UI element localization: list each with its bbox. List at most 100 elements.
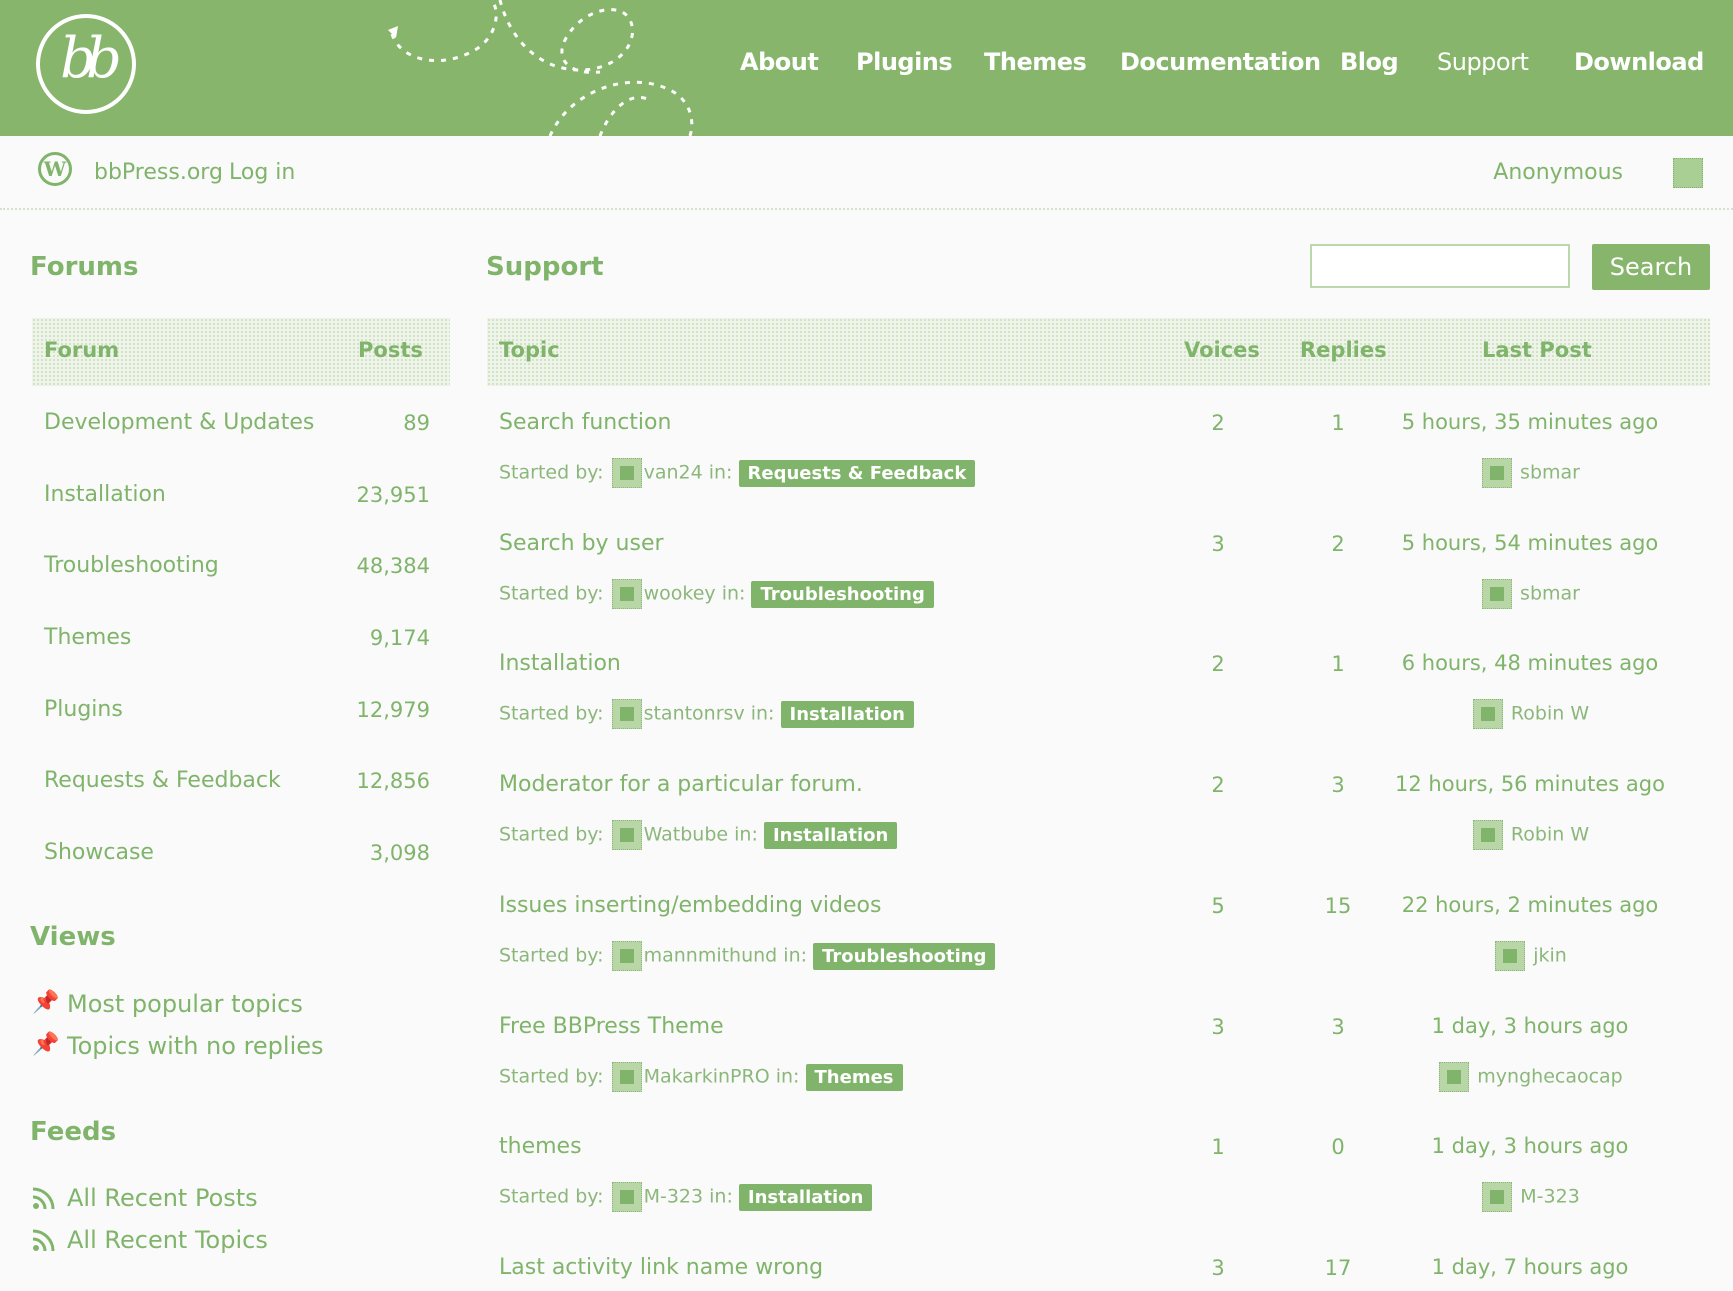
last-poster: sbmar bbox=[1380, 579, 1680, 609]
site-header: bb About Plugins Themes Documentation Bl… bbox=[0, 0, 1733, 136]
topic-title-link[interactable]: Moderator for a particular forum. bbox=[499, 772, 863, 797]
forum-link[interactable]: Development & Updates bbox=[44, 410, 314, 435]
author-avatar[interactable] bbox=[611, 458, 642, 488]
nav-support[interactable]: Support bbox=[1437, 48, 1529, 88]
author-link[interactable]: MakarkinPRO bbox=[644, 1066, 770, 1088]
decorative-swirl-icon bbox=[388, 0, 694, 136]
last-poster-link[interactable]: sbmar bbox=[1520, 462, 1580, 484]
bbpress-org-link[interactable]: bbPress.org bbox=[94, 160, 223, 185]
in-label: in: bbox=[709, 1185, 733, 1208]
view-link-no-replies[interactable]: Topics with no replies bbox=[67, 1032, 324, 1060]
logo-text: bb bbox=[60, 26, 122, 91]
topic-meta: Started by: MakarkinPRO in: Themes bbox=[499, 1062, 903, 1092]
replies-count: 1 bbox=[1331, 652, 1345, 676]
started-by-label: Started by: bbox=[499, 944, 604, 967]
last-poster-link[interactable]: jkin bbox=[1533, 945, 1567, 967]
topic-title-link[interactable]: Search function bbox=[499, 410, 671, 435]
forum-link[interactable]: Showcase bbox=[44, 840, 154, 865]
forum-link[interactable]: Themes bbox=[44, 625, 131, 650]
last-poster-avatar[interactable] bbox=[1482, 1182, 1513, 1212]
forum-tag[interactable]: Troubleshooting bbox=[751, 580, 934, 608]
search-input[interactable] bbox=[1310, 244, 1570, 288]
author-avatar[interactable] bbox=[611, 699, 642, 729]
last-post-link[interactable]: 1 day, 3 hours ago bbox=[1380, 1134, 1680, 1158]
nav-blog[interactable]: Blog bbox=[1340, 48, 1399, 88]
last-poster-avatar[interactable] bbox=[1472, 699, 1503, 729]
bbpress-logo[interactable]: bb bbox=[36, 14, 136, 114]
forum-tag[interactable]: Installation bbox=[738, 1183, 873, 1211]
last-poster-link[interactable]: M-323 bbox=[1520, 1186, 1580, 1208]
author-avatar[interactable] bbox=[611, 820, 642, 850]
search-button[interactable]: Search bbox=[1592, 244, 1710, 290]
last-poster-link[interactable]: sbmar bbox=[1520, 583, 1580, 605]
in-label: in: bbox=[721, 582, 746, 605]
feed-link-recent-posts[interactable]: All Recent Posts bbox=[67, 1184, 258, 1212]
nav-documentation[interactable]: Documentation bbox=[1120, 48, 1321, 88]
last-poster-avatar[interactable] bbox=[1482, 458, 1512, 488]
last-poster-avatar[interactable] bbox=[1482, 579, 1512, 609]
in-label: in: bbox=[708, 461, 733, 484]
voices-count: 3 bbox=[1211, 1015, 1225, 1039]
author-avatar[interactable] bbox=[611, 1062, 642, 1092]
started-by-label: Started by: bbox=[499, 1185, 604, 1208]
last-post-link[interactable]: 6 hours, 48 minutes ago bbox=[1380, 651, 1680, 675]
forum-tag[interactable]: Themes bbox=[805, 1063, 903, 1091]
author-link[interactable]: stantonrsv bbox=[644, 703, 745, 725]
last-poster-avatar[interactable] bbox=[1439, 1062, 1470, 1092]
topic-title-link[interactable]: Free BBPress Theme bbox=[499, 1014, 724, 1039]
last-post-link[interactable]: 22 hours, 2 minutes ago bbox=[1380, 893, 1680, 917]
last-post-link[interactable]: 1 day, 3 hours ago bbox=[1380, 1014, 1680, 1038]
author-avatar[interactable] bbox=[611, 941, 642, 971]
last-poster-link[interactable]: Robin W bbox=[1511, 703, 1589, 725]
author-link[interactable]: wookey bbox=[644, 583, 716, 605]
login-link[interactable]: Log in bbox=[229, 160, 295, 185]
forum-link[interactable]: Troubleshooting bbox=[44, 553, 219, 578]
last-poster-avatar[interactable] bbox=[1495, 941, 1526, 971]
feed-link-recent-topics[interactable]: All Recent Topics bbox=[67, 1226, 268, 1254]
forum-tag[interactable]: Requests & Feedback bbox=[738, 459, 976, 487]
author-link[interactable]: M-323 bbox=[644, 1186, 704, 1208]
forum-tag[interactable]: Troubleshooting bbox=[813, 942, 996, 970]
topic-title-link[interactable]: Search by user bbox=[499, 531, 664, 556]
last-post-link[interactable]: 1 day, 7 hours ago bbox=[1380, 1255, 1680, 1279]
last-poster-link[interactable]: mynghecaocap bbox=[1477, 1066, 1622, 1088]
forum-column-header: Forum bbox=[44, 338, 120, 362]
topic-title-link[interactable]: Last activity link name wrong bbox=[499, 1255, 823, 1280]
last-poster-link[interactable]: Robin W bbox=[1511, 824, 1589, 846]
replies-count: 17 bbox=[1324, 1256, 1352, 1280]
view-link-popular[interactable]: Most popular topics bbox=[67, 990, 303, 1018]
forum-link[interactable]: Plugins bbox=[44, 697, 123, 722]
nav-about[interactable]: About bbox=[740, 48, 819, 88]
feeds-heading: Feeds bbox=[30, 1117, 117, 1147]
author-avatar[interactable] bbox=[611, 579, 642, 609]
nav-download[interactable]: Download bbox=[1574, 48, 1704, 88]
last-post-link[interactable]: 5 hours, 54 minutes ago bbox=[1380, 531, 1680, 555]
forum-post-count: 12,856 bbox=[356, 769, 430, 793]
last-post-link[interactable]: 5 hours, 35 minutes ago bbox=[1380, 410, 1680, 434]
current-user-name[interactable]: Anonymous bbox=[1493, 160, 1623, 185]
topic-title-link[interactable]: Installation bbox=[499, 651, 621, 676]
replies-column-header: Replies bbox=[1300, 338, 1387, 362]
started-by-label: Started by: bbox=[499, 1065, 604, 1088]
forum-tag[interactable]: Installation bbox=[780, 700, 914, 728]
author-link[interactable]: van24 bbox=[644, 462, 703, 484]
user-avatar[interactable] bbox=[1673, 158, 1703, 188]
forum-post-count: 48,384 bbox=[356, 554, 430, 578]
author-link[interactable]: mannmithund bbox=[644, 945, 778, 967]
topic-title-link[interactable]: Issues inserting/embedding videos bbox=[499, 893, 881, 918]
forum-tag[interactable]: Installation bbox=[763, 821, 898, 849]
wordpress-icon[interactable]: W bbox=[38, 152, 72, 186]
replies-count: 15 bbox=[1324, 894, 1352, 918]
forum-link[interactable]: Requests & Feedback bbox=[44, 768, 281, 793]
last-poster-avatar[interactable] bbox=[1472, 820, 1503, 850]
topic-title-link[interactable]: themes bbox=[499, 1134, 582, 1159]
nav-plugins[interactable]: Plugins bbox=[856, 48, 953, 88]
forum-link[interactable]: Installation bbox=[44, 482, 166, 507]
author-link[interactable]: Watbube bbox=[644, 824, 729, 846]
in-label: in: bbox=[775, 1065, 800, 1088]
last-post-link[interactable]: 12 hours, 56 minutes ago bbox=[1380, 772, 1680, 796]
topic-meta: Started by: wookey in: Troubleshooting bbox=[499, 579, 934, 609]
author-avatar[interactable] bbox=[611, 1182, 642, 1212]
nav-themes[interactable]: Themes bbox=[984, 48, 1087, 88]
replies-count: 0 bbox=[1331, 1135, 1345, 1159]
